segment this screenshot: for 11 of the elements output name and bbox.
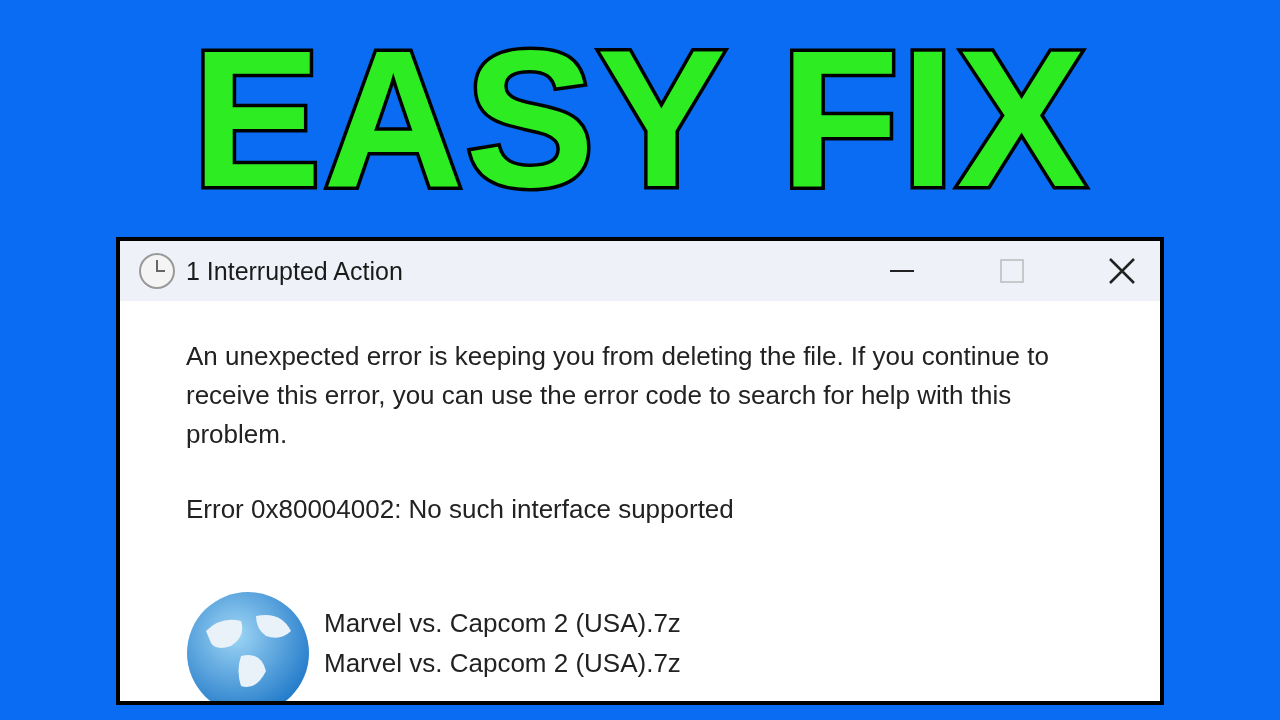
window-title: 1 Interrupted Action — [186, 256, 404, 286]
file-name: Marvel vs. Capcom 2 (USA).7z — [324, 647, 681, 680]
globe-icon — [186, 591, 310, 701]
maximize-icon — [1000, 259, 1024, 283]
minimize-icon — [890, 269, 914, 273]
headline: EASY FIX — [191, 21, 1089, 216]
file-name: Marvel vs. Capcom 2 (USA).7z — [324, 607, 681, 640]
error-message: An unexpected error is keeping you from deleting the file. If you continue to receive this error, you can use the error code to search for help with this problem. — [186, 340, 1050, 451]
clock-icon — [138, 252, 176, 290]
error-code: Error 0x80004002: No such interface supported — [186, 493, 735, 526]
close-icon — [1108, 257, 1136, 285]
